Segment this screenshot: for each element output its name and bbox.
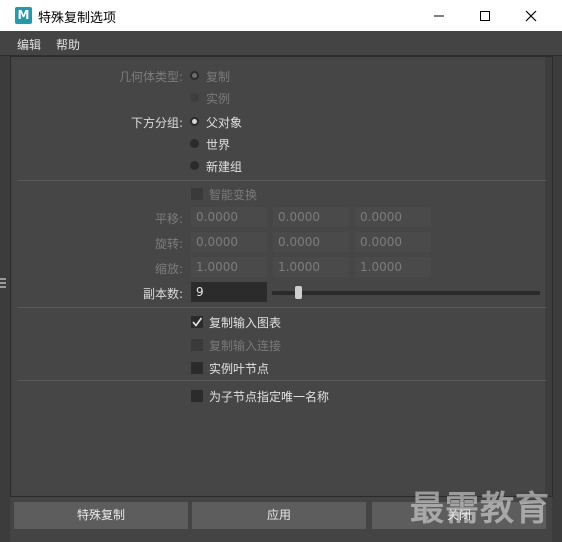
geometry-copy-label: 复制 xyxy=(206,70,231,84)
duplicate-special-button[interactable]: 特殊复制 xyxy=(14,502,188,529)
minimize-button[interactable] xyxy=(416,0,462,31)
instance-leaf-nodes-label: 实例叶节点 xyxy=(209,362,270,376)
close-icon xyxy=(525,10,537,21)
group-under-label: 下方分组: xyxy=(130,116,183,130)
title-bar: M 特殊复制选项 xyxy=(0,0,562,31)
panel-scrollbar[interactable] xyxy=(545,57,552,496)
maya-app-icon: M xyxy=(15,7,32,24)
duplicate-input-connections-checkbox[interactable] xyxy=(191,339,203,351)
rotate-x-field[interactable]: 0.0000 xyxy=(191,232,267,252)
scale-y-field[interactable]: 1.0000 xyxy=(273,257,349,277)
copies-slider-track[interactable] xyxy=(272,291,540,295)
maximize-icon xyxy=(480,10,490,21)
group-world-label: 世界 xyxy=(206,138,231,152)
radio-group-new[interactable] xyxy=(190,161,199,170)
unique-child-names-checkbox[interactable] xyxy=(191,390,203,402)
copies-label: 副本数: xyxy=(142,287,183,301)
copies-field[interactable]: 9 xyxy=(191,282,267,302)
menu-edit[interactable]: 编辑 xyxy=(17,36,41,53)
close-window-button[interactable] xyxy=(508,0,554,31)
maximize-button[interactable] xyxy=(462,0,508,31)
smart-transform-checkbox[interactable] xyxy=(191,188,203,200)
instance-leaf-nodes-checkbox[interactable] xyxy=(191,362,203,374)
geometry-type-label: 几何体类型: xyxy=(118,70,183,84)
geometry-instance-label: 实例 xyxy=(206,92,231,106)
rotate-z-field[interactable]: 0.0000 xyxy=(355,232,431,252)
duplicate-input-graph-label: 复制输入图表 xyxy=(209,316,282,330)
minimize-icon xyxy=(434,15,444,16)
scale-x-field[interactable]: 1.0000 xyxy=(191,257,267,277)
translate-z-field[interactable]: 0.0000 xyxy=(355,207,431,227)
rotate-y-field[interactable]: 0.0000 xyxy=(273,232,349,252)
checkmark-icon xyxy=(192,317,203,327)
group-parent-label: 父对象 xyxy=(206,116,243,130)
separator xyxy=(18,180,546,181)
unique-child-names-label: 为子节点指定唯一名称 xyxy=(209,390,330,404)
copies-slider-thumb[interactable] xyxy=(295,286,302,299)
radio-group-parent[interactable] xyxy=(190,117,199,126)
watermark-logo: 最需教育 xyxy=(410,489,550,529)
duplicate-input-graph-checkbox[interactable] xyxy=(191,316,203,328)
right-edge xyxy=(552,56,562,542)
group-new-label: 新建组 xyxy=(206,160,243,174)
duplicate-input-connections-label: 复制输入连接 xyxy=(209,339,282,353)
smart-transform-label: 智能变换 xyxy=(209,188,258,202)
translate-y-field[interactable]: 0.0000 xyxy=(273,207,349,227)
menu-bar: 编辑 帮助 xyxy=(0,31,562,56)
window-title: 特殊复制选项 xyxy=(38,11,117,26)
menu-help[interactable]: 帮助 xyxy=(56,36,80,53)
radio-group-world[interactable] xyxy=(190,139,199,148)
separator xyxy=(18,307,546,308)
radio-geometry-instance[interactable] xyxy=(190,93,199,102)
translate-x-field[interactable]: 0.0000 xyxy=(191,207,267,227)
radio-geometry-copy[interactable] xyxy=(190,71,199,80)
separator xyxy=(18,380,546,381)
apply-button[interactable]: 应用 xyxy=(192,502,366,529)
translate-label: 平移: xyxy=(154,212,183,226)
left-edge xyxy=(0,56,10,542)
scale-z-field[interactable]: 1.0000 xyxy=(355,257,431,277)
resize-handle[interactable] xyxy=(0,276,6,288)
scale-label: 缩放: xyxy=(154,262,183,276)
rotate-label: 旋转: xyxy=(154,237,183,251)
